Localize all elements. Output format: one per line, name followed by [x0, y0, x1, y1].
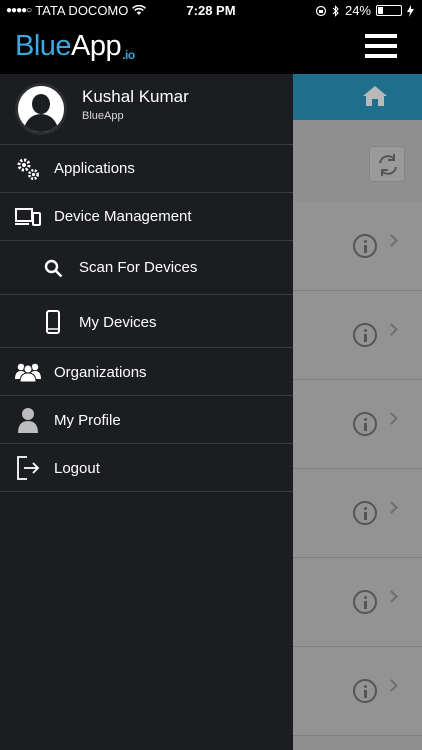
menu-item-applications[interactable]: Applications — [0, 145, 293, 193]
bluetooth-icon — [332, 4, 339, 17]
refresh-button[interactable] — [369, 146, 405, 182]
chevron-right-icon — [385, 501, 398, 514]
info-icon[interactable] — [353, 234, 377, 258]
menu-toggle-icon[interactable] — [365, 34, 397, 58]
phone-icon — [46, 310, 60, 334]
menu-label: Applications — [54, 160, 135, 177]
charging-bolt-icon — [407, 4, 414, 17]
navigation-drawer: Kushal Kumar BlueApp Applications Device… — [0, 74, 293, 750]
info-icon[interactable] — [353, 590, 377, 614]
app-header: BlueApp.io — [0, 22, 422, 74]
chevron-right-icon — [385, 590, 398, 603]
chevron-right-icon — [385, 679, 398, 692]
menu-item-my-profile[interactable]: My Profile — [0, 396, 293, 444]
search-icon — [44, 259, 63, 278]
menu-label: Logout — [54, 460, 100, 477]
menu-label: Scan For Devices — [79, 259, 198, 276]
menu-label: Organizations — [54, 364, 147, 381]
info-icon[interactable] — [353, 501, 377, 525]
info-icon[interactable] — [353, 412, 377, 436]
chevron-right-icon — [385, 234, 398, 247]
menu-item-organizations[interactable]: Organizations — [0, 348, 293, 396]
avatar — [15, 83, 67, 135]
app-logo: BlueApp.io — [15, 30, 135, 62]
status-bar: ●●●●○ TATA DOCOMO 7:28 PM 24% — [0, 0, 422, 22]
rotation-lock-icon — [315, 5, 327, 16]
refresh-icon — [379, 154, 397, 176]
logout-icon — [17, 456, 40, 480]
menu-label: My Devices — [79, 314, 157, 331]
info-icon[interactable] — [353, 323, 377, 347]
battery-icon — [376, 5, 402, 16]
menu-label: My Profile — [54, 412, 121, 429]
person-icon — [18, 408, 38, 433]
menu-label: Device Management — [54, 208, 192, 225]
group-icon — [15, 363, 41, 383]
info-icon[interactable] — [353, 679, 377, 703]
menu-item-device-management[interactable]: Device Management — [0, 193, 293, 241]
chevron-right-icon — [385, 323, 398, 336]
user-organization: BlueApp — [82, 110, 124, 122]
chevron-right-icon — [385, 412, 398, 425]
menu-item-logout[interactable]: Logout — [0, 444, 293, 492]
home-icon[interactable] — [362, 84, 388, 108]
menu-item-my-devices[interactable]: My Devices — [0, 295, 293, 348]
battery-percent: 24% — [344, 3, 371, 18]
gears-icon — [17, 158, 39, 180]
devices-icon — [15, 208, 41, 226]
profile-header[interactable]: Kushal Kumar BlueApp — [0, 74, 293, 145]
user-name: Kushal Kumar — [82, 87, 189, 106]
menu-item-scan-for-devices[interactable]: Scan For Devices — [0, 241, 293, 295]
